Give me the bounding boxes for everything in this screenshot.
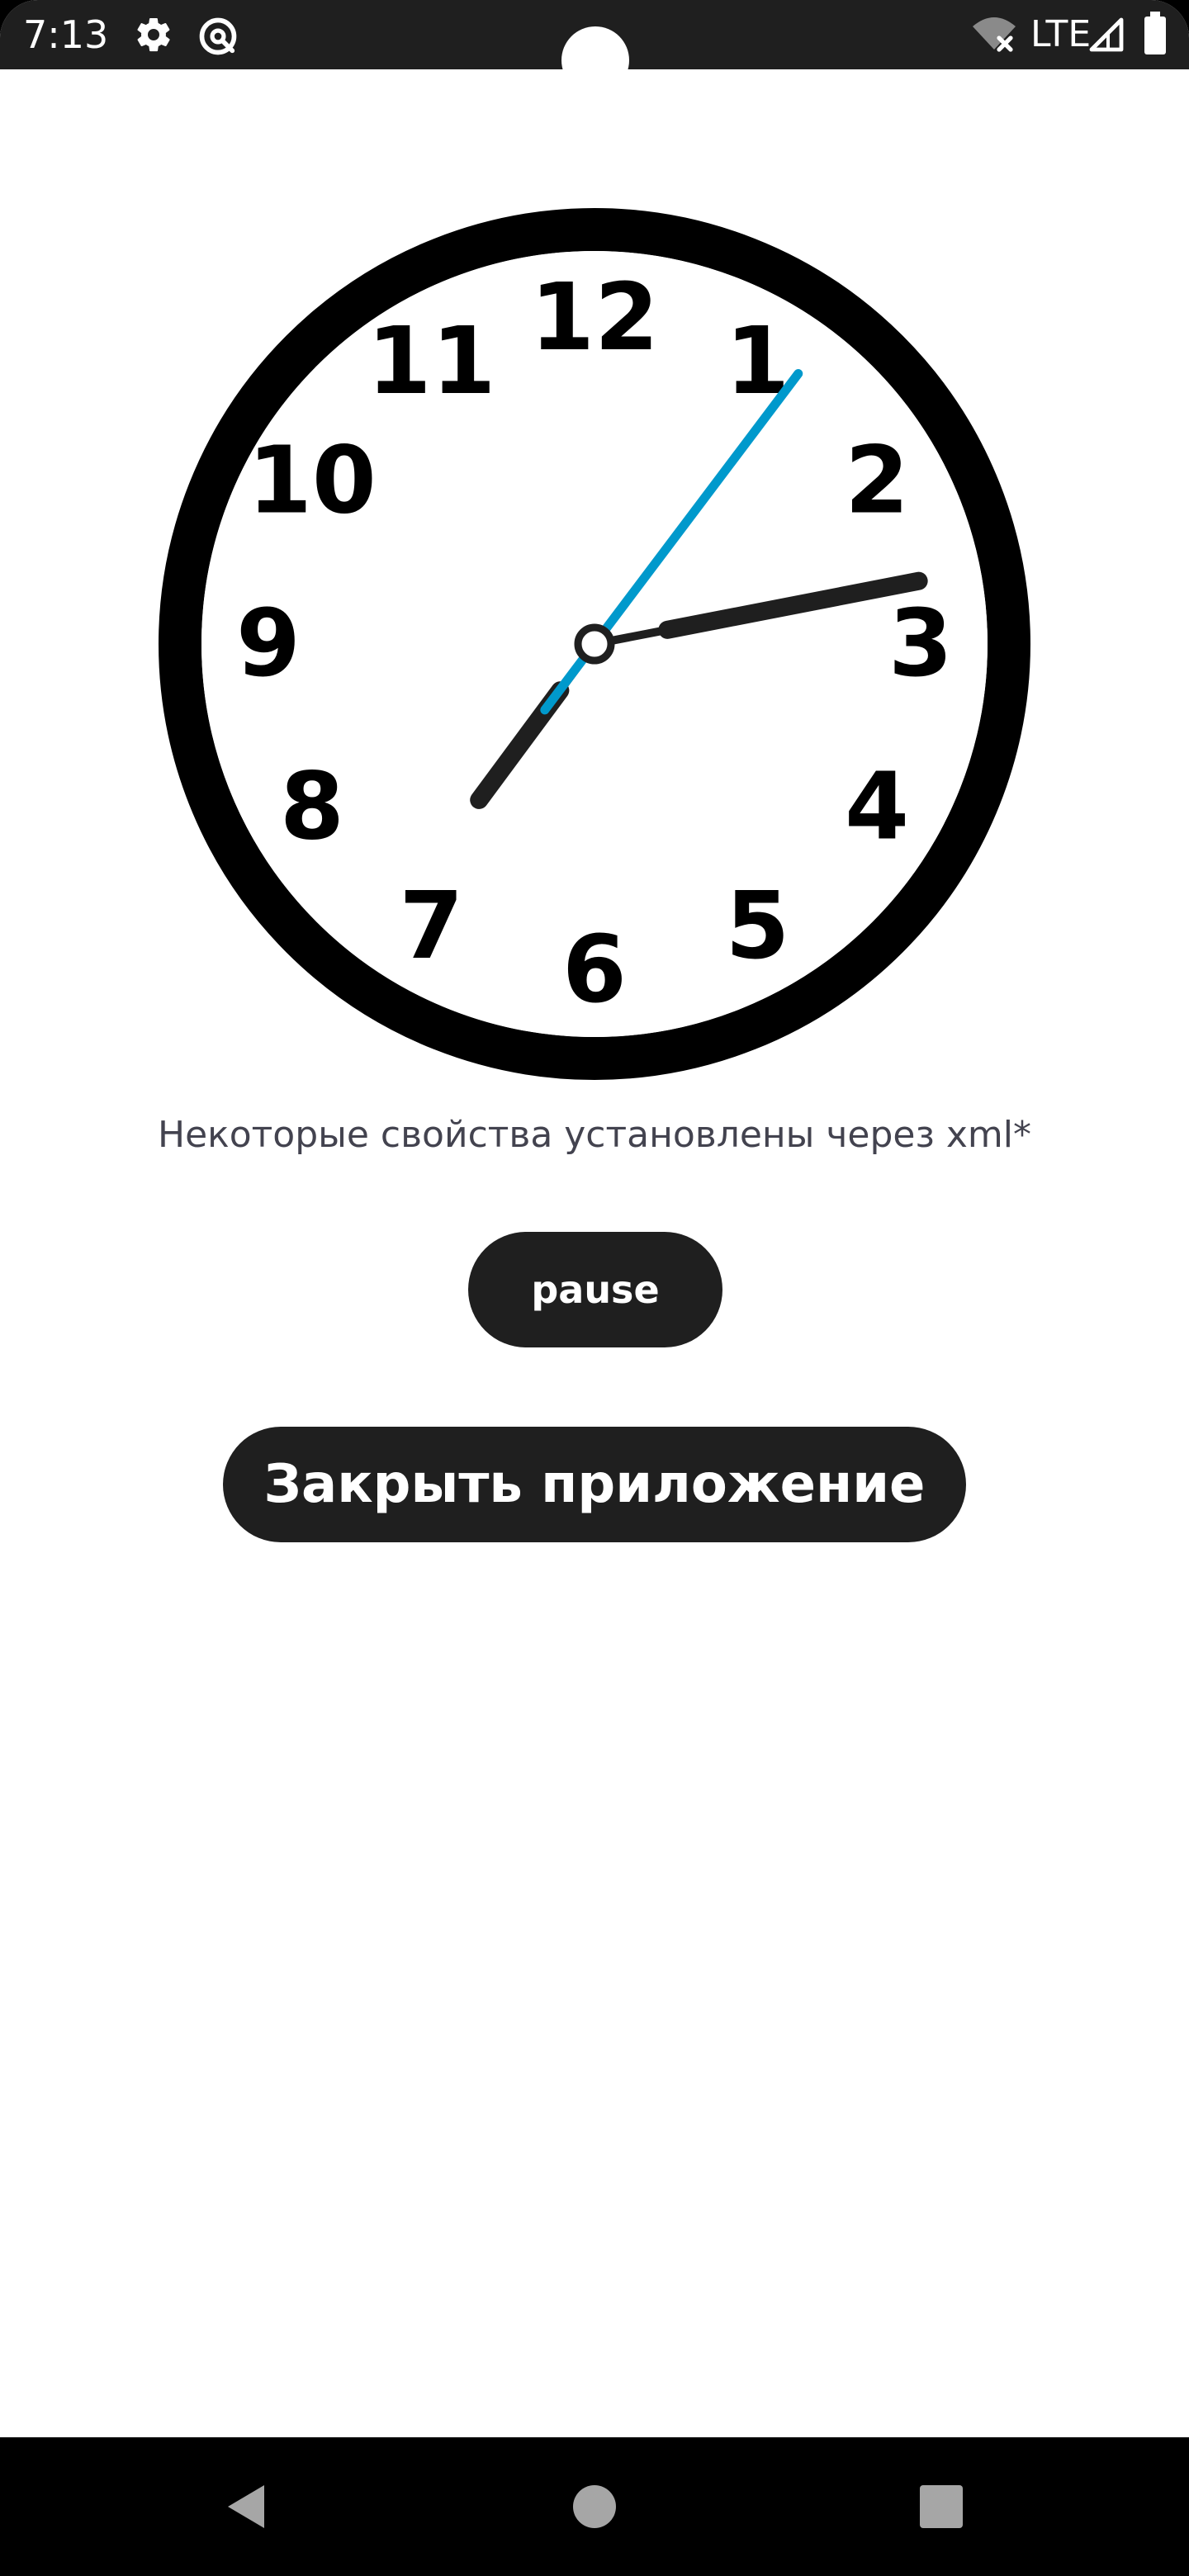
status-bar: 7:13 LTE <box>0 0 1189 94</box>
clock-numeral-7: 7 <box>400 873 464 980</box>
recents-icon <box>920 2485 963 2528</box>
status-time: 7:13 <box>23 12 109 57</box>
assistant-icon <box>199 17 237 55</box>
clock-numeral-8: 8 <box>280 754 344 861</box>
recents-button[interactable] <box>892 2459 991 2555</box>
back-button[interactable] <box>198 2459 297 2555</box>
clock-center-pivot <box>574 623 615 665</box>
clock-numeral-9: 9 <box>236 590 301 698</box>
settings-icon <box>137 17 170 52</box>
clock-numeral-12: 12 <box>530 264 659 372</box>
wifi-off-icon <box>973 17 1016 52</box>
home-button[interactable] <box>545 2459 644 2555</box>
navigation-bar <box>0 2437 1189 2576</box>
home-icon <box>573 2485 616 2528</box>
clock-numeral-5: 5 <box>726 873 790 980</box>
clock-numeral-6: 6 <box>562 916 627 1024</box>
clock-numeral-11: 11 <box>367 308 496 415</box>
pause-button[interactable]: pause <box>468 1232 722 1347</box>
back-icon <box>228 2485 264 2528</box>
clock-numeral-4: 4 <box>845 754 909 861</box>
xml-properties-caption: Некоторые свойства установлены через xml… <box>158 1114 1031 1156</box>
clock-numeral-10: 10 <box>248 428 377 535</box>
analog-clock: 12 1234567891011 <box>159 208 1030 1080</box>
camera-cutout <box>561 26 629 94</box>
app-screen: 7:13 LTE 12 1 2 3 4 5 6 7 8 9 10 11 Некотор <box>0 0 1189 2576</box>
close-app-button[interactable]: Закрыть приложение <box>223 1427 966 1542</box>
battery-icon <box>1144 12 1166 54</box>
signal-icon <box>1089 17 1124 52</box>
clock-numeral-2: 2 <box>845 428 909 535</box>
clock-numeral-3: 3 <box>888 590 953 698</box>
network-type: LTE <box>1030 13 1092 55</box>
